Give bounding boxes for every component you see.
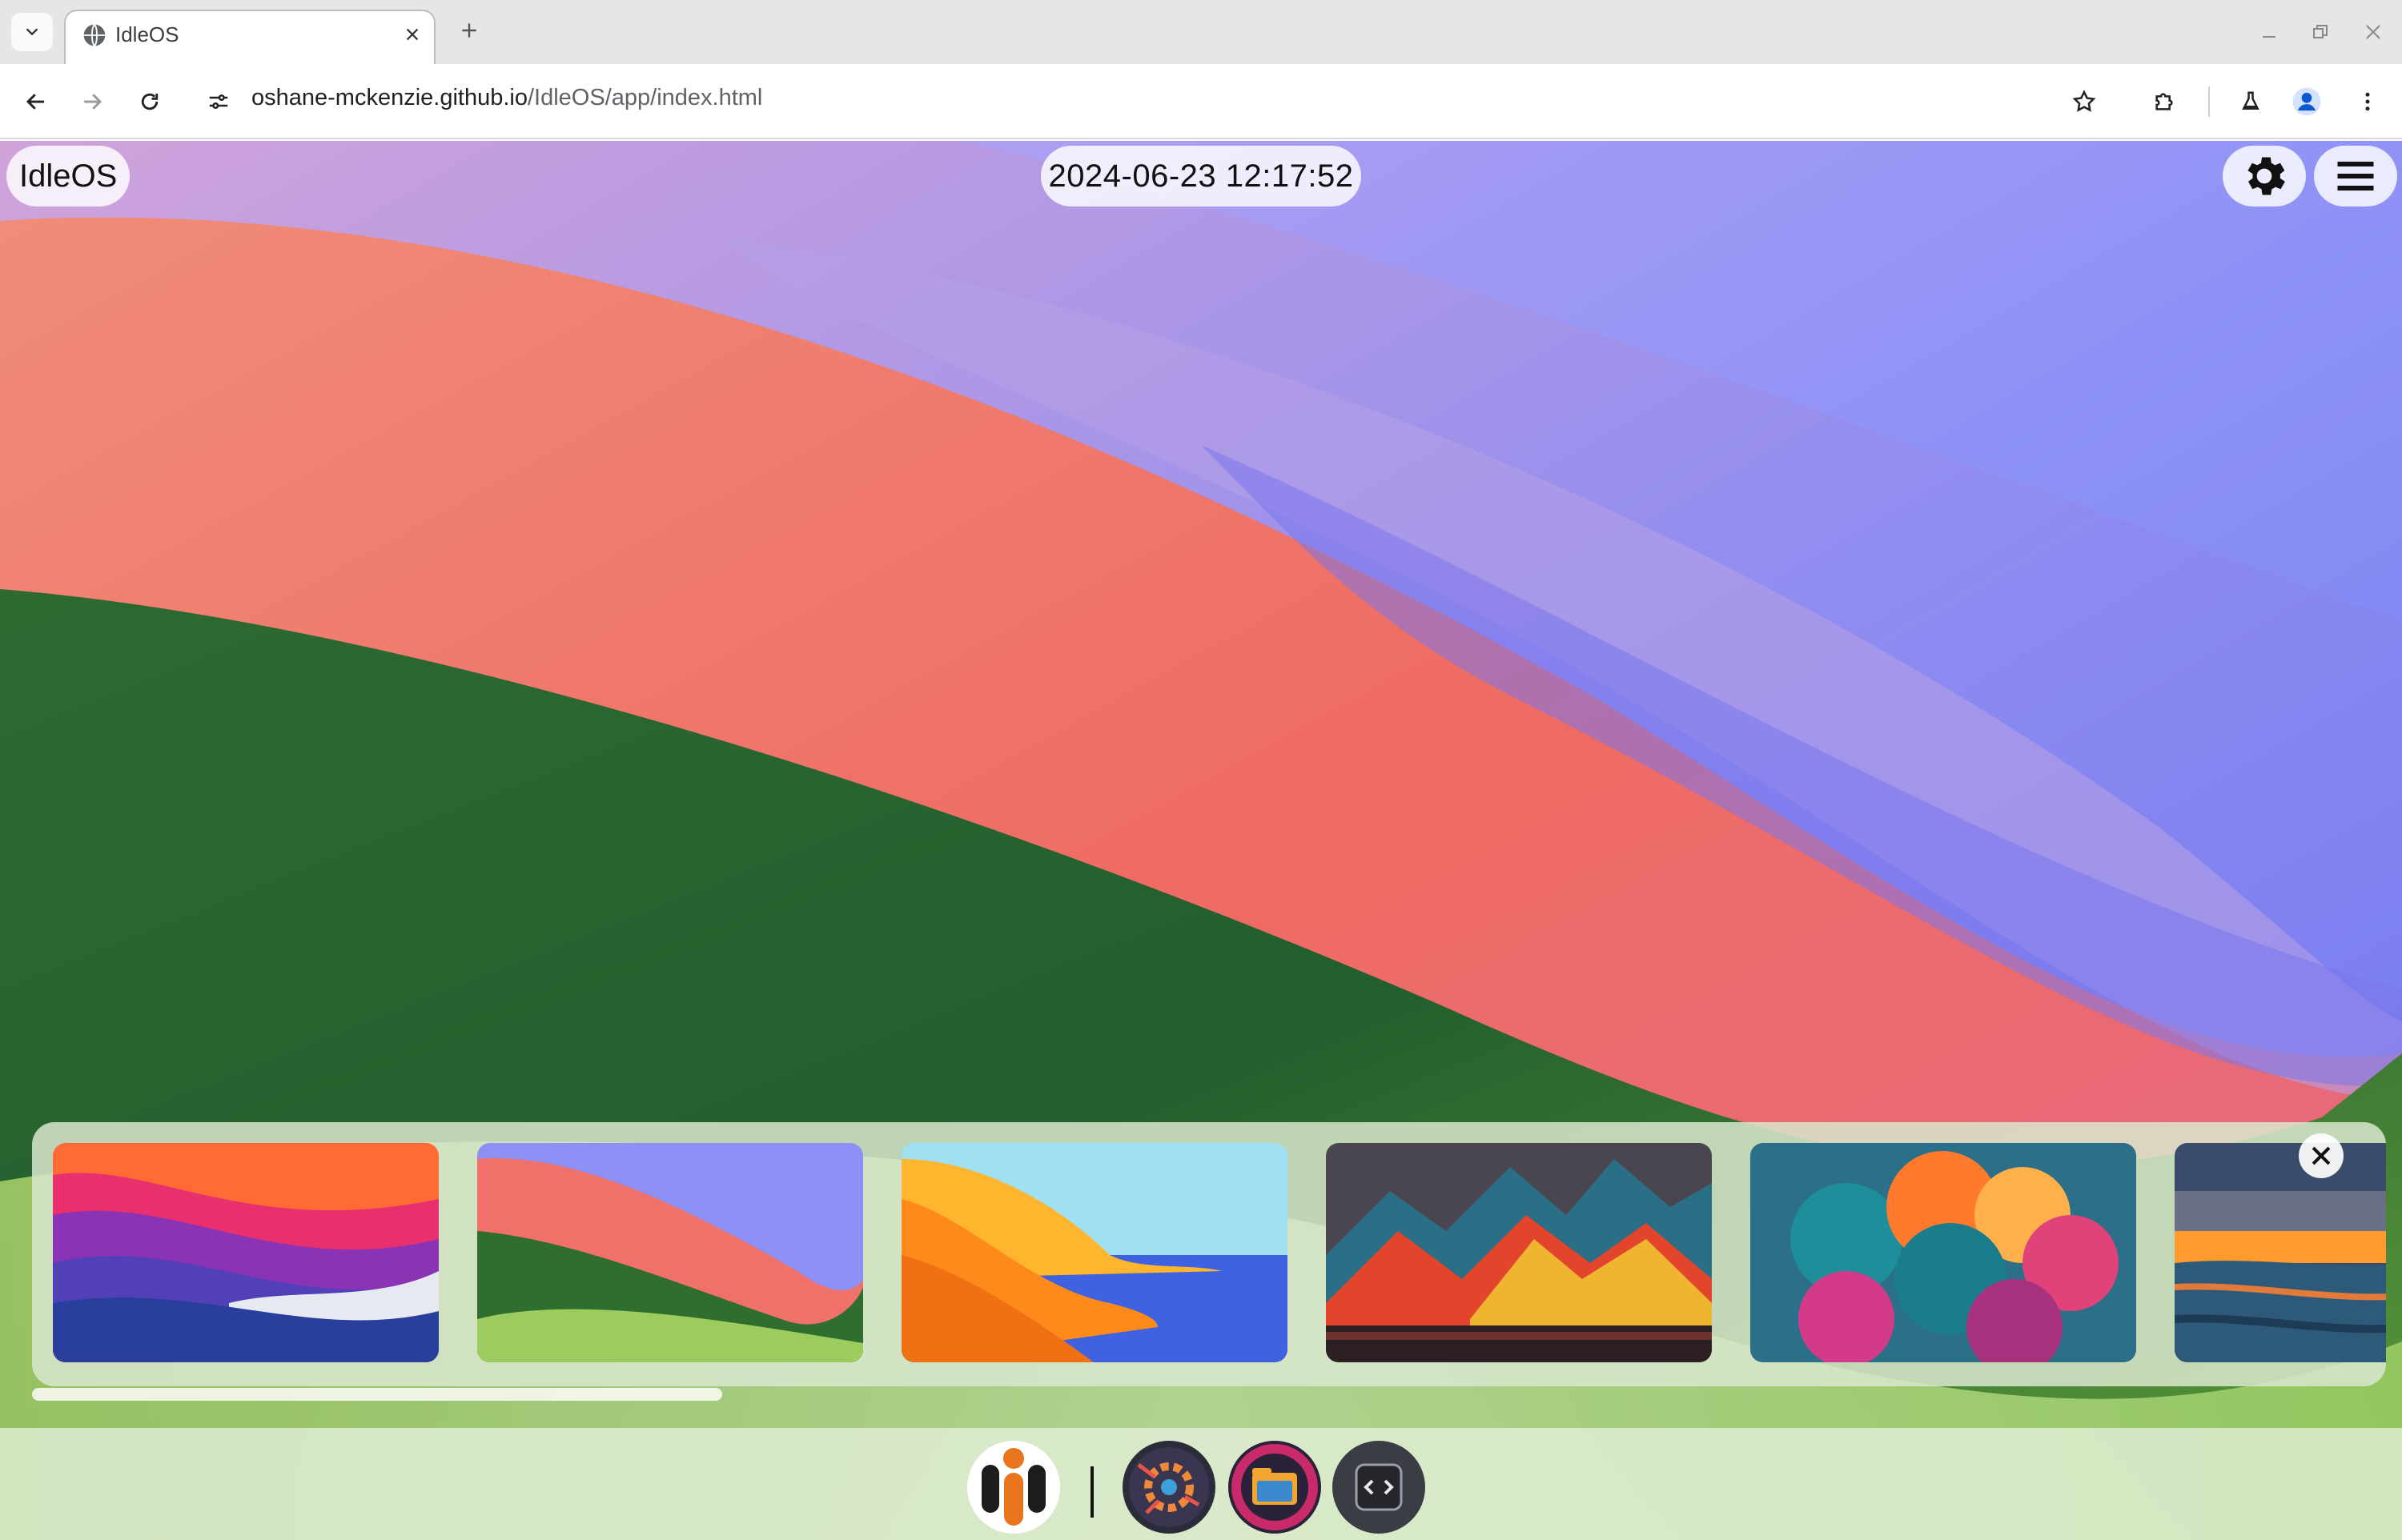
wallpaper-thumbnail-2[interactable] xyxy=(477,1143,863,1362)
wallpaper-thumbnail-1[interactable] xyxy=(53,1143,439,1362)
browser-menu-button[interactable] xyxy=(2348,82,2388,122)
code-app-icon[interactable] xyxy=(1332,1441,1425,1534)
extensions-button[interactable] xyxy=(2144,82,2184,122)
os-brand[interactable]: IdleOS xyxy=(6,146,131,207)
picker-close-button[interactable] xyxy=(2299,1133,2344,1178)
tune-icon xyxy=(209,94,228,110)
browser-toolbar: oshane-mckenzie.github.io/IdleOS/app/ind… xyxy=(0,64,2402,139)
menu-button[interactable] xyxy=(2314,146,2397,207)
site-info-button[interactable] xyxy=(199,82,239,122)
puzzle-icon xyxy=(2155,93,2173,110)
chevron-down-icon xyxy=(26,28,38,36)
settings-button[interactable] xyxy=(2223,146,2306,207)
hamburger-icon xyxy=(2337,162,2374,190)
dock-divider xyxy=(1091,1466,1094,1518)
close-icon xyxy=(2312,1146,2331,1165)
restore-icon xyxy=(2313,25,2328,38)
tab-title: IdleOS xyxy=(115,22,179,46)
reload-icon xyxy=(141,93,159,110)
tab-list-button[interactable] xyxy=(11,13,53,51)
idleos-logo-icon[interactable] xyxy=(967,1441,1060,1534)
wallpaper-thumbnail-6[interactable] xyxy=(2175,1143,2386,1362)
star-icon xyxy=(2072,90,2096,112)
settings-app-icon[interactable] xyxy=(1123,1441,1215,1534)
minimize-button[interactable] xyxy=(2253,16,2285,48)
globe-icon xyxy=(83,24,106,46)
wallpaper-thumbnail-4[interactable] xyxy=(1326,1143,1712,1362)
plus-icon xyxy=(462,23,476,38)
person-icon xyxy=(2292,87,2321,116)
flask-icon xyxy=(2242,91,2259,110)
files-app-icon[interactable] xyxy=(1228,1441,1321,1534)
profile-button[interactable] xyxy=(2287,82,2327,122)
bookmark-button[interactable] xyxy=(2064,82,2104,122)
url-host: oshane-mckenzie.github.io xyxy=(251,85,528,110)
restore-button[interactable] xyxy=(2304,16,2336,48)
reload-button[interactable] xyxy=(130,82,170,122)
close-icon xyxy=(2366,25,2380,39)
gear-icon xyxy=(2247,157,2285,195)
arrow-right-icon xyxy=(84,94,102,110)
tab-close-button[interactable] xyxy=(397,19,428,50)
url-path: /IdleOS/app/index.html xyxy=(527,85,763,110)
labs-button[interactable] xyxy=(2231,82,2271,122)
wallpaper-thumbnail-3[interactable] xyxy=(902,1143,1287,1362)
new-tab-button[interactable] xyxy=(453,14,485,46)
back-button[interactable] xyxy=(16,82,56,122)
arrow-left-icon xyxy=(26,94,44,110)
close-icon xyxy=(406,28,419,41)
minimize-icon xyxy=(2263,36,2275,38)
browser-tab[interactable]: IdleOS xyxy=(64,10,436,64)
address-bar[interactable]: oshane-mckenzie.github.io/IdleOS/app/ind… xyxy=(251,85,762,111)
close-window-button[interactable] xyxy=(2357,16,2389,48)
wallpaper-thumbnail-5[interactable] xyxy=(1750,1143,2136,1362)
dock xyxy=(0,1428,2402,1540)
wallpaper-picker xyxy=(32,1122,2386,1386)
tab-strip: IdleOS xyxy=(0,0,2402,64)
picker-scrollbar[interactable] xyxy=(32,1388,722,1401)
kebab-icon xyxy=(2365,92,2370,111)
desktop: IdleOS 2024-06-23 12:17:52 xyxy=(0,141,2402,1540)
forward-button[interactable] xyxy=(72,82,112,122)
desktop-clock: 2024-06-23 12:17:52 xyxy=(1041,146,1361,207)
toolbar-divider xyxy=(2208,86,2210,117)
